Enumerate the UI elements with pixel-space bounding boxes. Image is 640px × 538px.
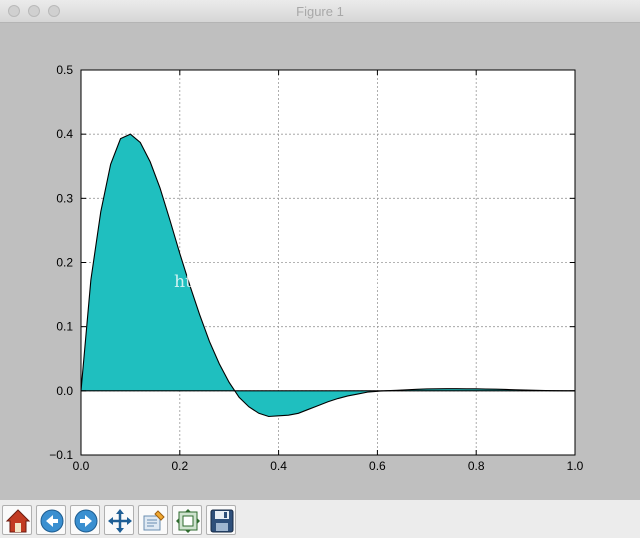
home-button[interactable] bbox=[2, 505, 32, 535]
save-button[interactable] bbox=[206, 505, 236, 535]
y-tick-label: 0.3 bbox=[56, 191, 73, 205]
forward-button[interactable] bbox=[70, 505, 100, 535]
back-arrow-icon bbox=[40, 509, 64, 533]
x-tick-label: 1.0 bbox=[567, 459, 584, 473]
home-icon bbox=[5, 509, 31, 533]
x-tick-label: 0.4 bbox=[270, 459, 287, 473]
pan-icon bbox=[108, 509, 132, 533]
configure-subplots-icon bbox=[176, 509, 200, 533]
y-tick-label: 0.1 bbox=[56, 320, 73, 334]
window-title: Figure 1 bbox=[296, 4, 344, 19]
forward-arrow-icon bbox=[74, 509, 98, 533]
navigation-toolbar bbox=[0, 500, 640, 538]
back-button[interactable] bbox=[36, 505, 66, 535]
y-tick-label: 0.4 bbox=[56, 127, 73, 141]
x-tick-label: 0.6 bbox=[369, 459, 386, 473]
title-bar: Figure 1 bbox=[0, 0, 640, 23]
x-tick-label: 0.2 bbox=[171, 459, 188, 473]
figure-canvas: http://blog.csdn.net/sinat_36772813 0.0 0… bbox=[0, 23, 640, 500]
y-tick-label: −0.1 bbox=[49, 448, 73, 462]
x-tick-label: 0.0 bbox=[73, 459, 90, 473]
figure-window: Figure 1 http://blog.csdn.net/sinat_3677… bbox=[0, 0, 640, 538]
zoom-rect-icon bbox=[143, 510, 165, 531]
save-icon bbox=[210, 509, 234, 533]
pan-button[interactable] bbox=[104, 505, 134, 535]
zoom-rect-button[interactable] bbox=[138, 505, 168, 535]
watermark-text: http://blog.csdn.net/sinat_36772813 bbox=[174, 272, 486, 292]
chart: http://blog.csdn.net/sinat_36772813 0.0 0… bbox=[49, 63, 584, 473]
x-tick-label: 0.8 bbox=[468, 459, 485, 473]
configure-subplots-button[interactable] bbox=[172, 505, 202, 535]
y-tick-label: 0.2 bbox=[56, 256, 73, 270]
y-tick-label: 0.0 bbox=[56, 384, 73, 398]
y-tick-label: 0.5 bbox=[56, 63, 73, 77]
